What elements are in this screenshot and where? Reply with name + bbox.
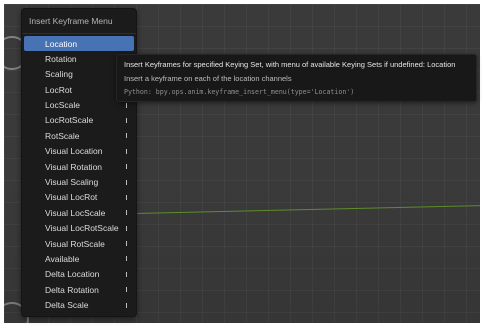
menu-item-visual-location[interactable]: Visual Location	[24, 144, 134, 159]
menu-item-visual-locrotscale[interactable]: Visual LocRotScale	[24, 221, 134, 236]
keyframe-marker-icon	[125, 102, 127, 108]
menu-item-label: RotScale	[45, 130, 80, 141]
tooltip-python: Python: bpy.ops.anim.keyframe_insert_men…	[124, 88, 355, 96]
keyframe-marker-icon	[125, 148, 127, 154]
menu-item-label: Delta Location	[45, 269, 100, 280]
menu-item-label: Visual Rotation	[45, 161, 103, 172]
menu-divider	[22, 33, 136, 34]
menu-item-delta-scale[interactable]: Delta Scale	[24, 298, 134, 313]
menu-item-label: Scaling	[45, 69, 73, 80]
x-axis-line	[133, 205, 480, 214]
menu-item-rotscale[interactable]: RotScale	[24, 128, 134, 143]
keyframe-marker-icon	[125, 210, 127, 216]
menu-item-label: Visual LocScale	[45, 207, 106, 218]
keyframe-marker-icon	[125, 241, 127, 247]
menu-item-label: Visual LocRotScale	[45, 223, 119, 234]
menu-item-label: Rotation	[45, 53, 77, 64]
operator-tooltip: Insert Keyframes for specified Keying Se…	[116, 54, 477, 102]
menu-item-label: LocScale	[45, 100, 80, 111]
keyframe-marker-icon	[125, 302, 127, 308]
menu-item-label: Visual Scaling	[45, 177, 99, 188]
keyframe-marker-icon	[125, 287, 127, 293]
menu-item-locrotscale[interactable]: LocRotScale	[24, 113, 134, 128]
keyframe-marker-icon	[125, 164, 127, 170]
menu-item-label: Delta Rotation	[45, 284, 99, 295]
menu-item-label: LocRotScale	[45, 115, 94, 126]
menu-item-label: Location	[45, 38, 78, 49]
menu-item-location[interactable]: Location	[24, 36, 134, 52]
menu-item-label: Visual RotScale	[45, 238, 105, 249]
keyframe-marker-icon	[125, 194, 127, 200]
keyframe-marker-icon	[125, 271, 127, 277]
menu-item-visual-rotation[interactable]: Visual Rotation	[24, 159, 134, 174]
menu-item-delta-rotation[interactable]: Delta Rotation	[24, 282, 134, 297]
menu-item-available[interactable]: Available	[24, 251, 134, 266]
keyframe-marker-icon	[125, 256, 127, 262]
keyframe-marker-icon	[125, 117, 127, 123]
menu-item-label: Delta Scale	[45, 300, 89, 311]
menu-item-label: Visual Location	[45, 146, 103, 157]
tooltip-title: Insert Keyframes for specified Keying Se…	[124, 60, 456, 69]
tooltip-description: Insert a keyframe on each of the locatio…	[124, 74, 292, 83]
menu-item-visual-scaling[interactable]: Visual Scaling	[24, 175, 134, 190]
menu-item-delta-location[interactable]: Delta Location	[24, 267, 134, 282]
menu-item-visual-locscale[interactable]: Visual LocScale	[24, 205, 134, 220]
keyframe-marker-icon	[125, 225, 127, 231]
menu-item-label: LocRot	[45, 84, 72, 95]
menu-item-visual-locrot[interactable]: Visual LocRot	[24, 190, 134, 205]
keyframe-marker-icon	[125, 133, 127, 139]
keyframe-marker-icon	[125, 179, 127, 185]
menu-item-label: Visual LocRot	[45, 192, 98, 203]
menu-item-visual-rotscale[interactable]: Visual RotScale	[24, 236, 134, 251]
menu-title: Insert Keyframe Menu	[29, 16, 113, 26]
menu-item-label: Available	[45, 253, 80, 264]
